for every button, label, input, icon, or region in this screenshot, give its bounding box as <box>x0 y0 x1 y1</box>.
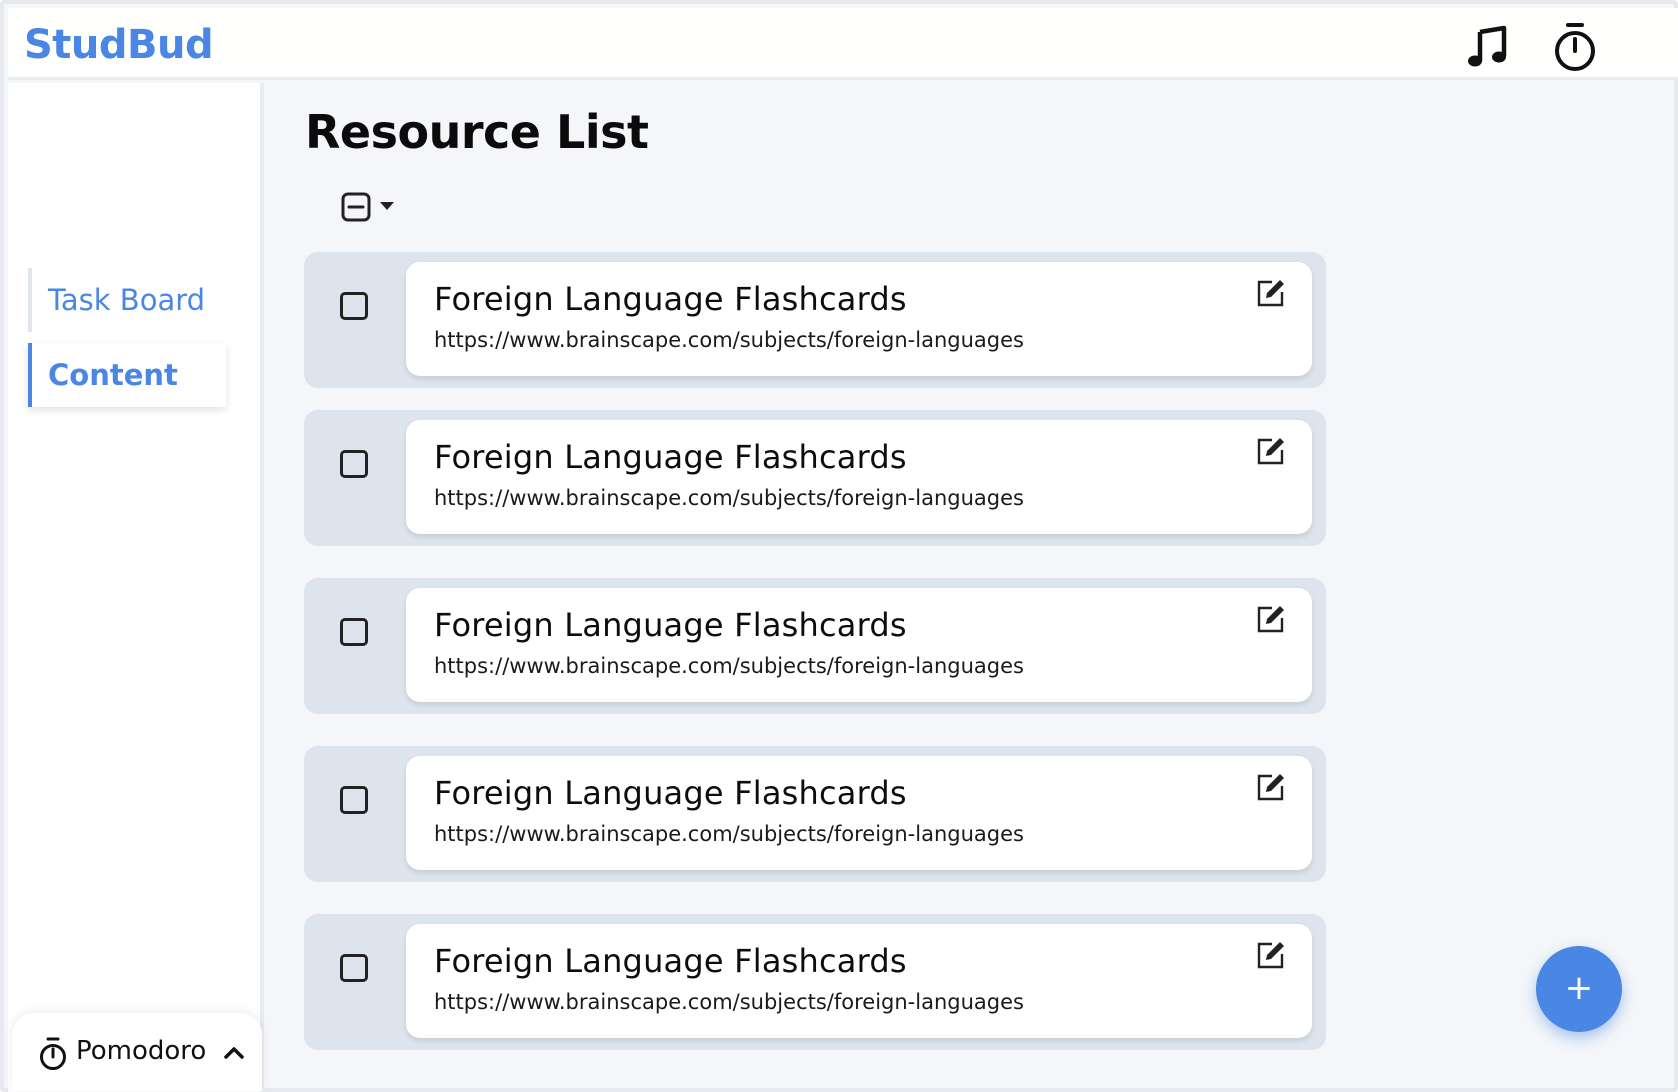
resource-title: Foreign Language Flashcards <box>434 774 907 812</box>
resource-card[interactable]: Foreign Language Flashcards https://www.… <box>406 924 1312 1038</box>
bulk-select-dropdown[interactable] <box>341 192 401 222</box>
sidebar: Task Board Content Pomodoro <box>8 83 264 1092</box>
pomodoro-toggle[interactable]: Pomodoro <box>12 1013 262 1091</box>
resource-card[interactable]: Foreign Language Flashcards https://www.… <box>406 262 1312 376</box>
resource-row: Foreign Language Flashcards https://www.… <box>304 914 1326 1050</box>
row-checkbox[interactable] <box>340 292 368 320</box>
top-header: StudBud <box>8 8 1678 80</box>
stopwatch-icon <box>40 1037 66 1070</box>
resource-url[interactable]: https://www.brainscape.com/subjects/fore… <box>434 486 1024 510</box>
row-checkbox[interactable] <box>340 618 368 646</box>
resource-title: Foreign Language Flashcards <box>434 280 907 318</box>
row-checkbox[interactable] <box>340 450 368 478</box>
brand-logo[interactable]: StudBud <box>24 22 214 68</box>
resource-list: Foreign Language Flashcards https://www.… <box>304 252 1326 1082</box>
resource-title: Foreign Language Flashcards <box>434 438 907 476</box>
edit-icon[interactable] <box>1256 772 1286 802</box>
chevron-up-icon <box>224 1047 244 1059</box>
resource-card[interactable]: Foreign Language Flashcards https://www.… <box>406 756 1312 870</box>
edit-icon[interactable] <box>1256 940 1286 970</box>
resource-row: Foreign Language Flashcards https://www.… <box>304 578 1326 714</box>
indeterminate-checkbox-icon <box>341 192 371 222</box>
app-window: StudBud Task Board Content Pomodoro Reso… <box>0 0 1678 1092</box>
add-resource-button[interactable]: + <box>1536 946 1622 1032</box>
row-checkbox[interactable] <box>340 786 368 814</box>
resource-title: Foreign Language Flashcards <box>434 606 907 644</box>
sidebar-item-task-board[interactable]: Task Board <box>28 268 226 332</box>
resource-card[interactable]: Foreign Language Flashcards https://www.… <box>406 588 1312 702</box>
page-title: Resource List <box>305 105 649 159</box>
resource-url[interactable]: https://www.brainscape.com/subjects/fore… <box>434 822 1024 846</box>
edit-icon[interactable] <box>1256 278 1286 308</box>
row-checkbox[interactable] <box>340 954 368 982</box>
sidebar-item-content[interactable]: Content <box>28 343 226 407</box>
resource-row: Foreign Language Flashcards https://www.… <box>304 410 1326 546</box>
edit-icon[interactable] <box>1256 436 1286 466</box>
resource-url[interactable]: https://www.brainscape.com/subjects/fore… <box>434 328 1024 352</box>
resource-card[interactable]: Foreign Language Flashcards https://www.… <box>406 420 1312 534</box>
stopwatch-icon[interactable] <box>1551 22 1599 72</box>
music-note-icon[interactable] <box>1466 24 1512 70</box>
resource-row: Foreign Language Flashcards https://www.… <box>304 252 1326 388</box>
pomodoro-label: Pomodoro <box>76 1036 207 1066</box>
resource-url[interactable]: https://www.brainscape.com/subjects/fore… <box>434 654 1024 678</box>
caret-down-icon <box>380 202 394 210</box>
main-content: Resource List Foreign Language Flashcard… <box>268 83 1678 1092</box>
resource-row: Foreign Language Flashcards https://www.… <box>304 746 1326 882</box>
resource-url[interactable]: https://www.brainscape.com/subjects/fore… <box>434 990 1024 1014</box>
edit-icon[interactable] <box>1256 604 1286 634</box>
resource-title: Foreign Language Flashcards <box>434 942 907 980</box>
